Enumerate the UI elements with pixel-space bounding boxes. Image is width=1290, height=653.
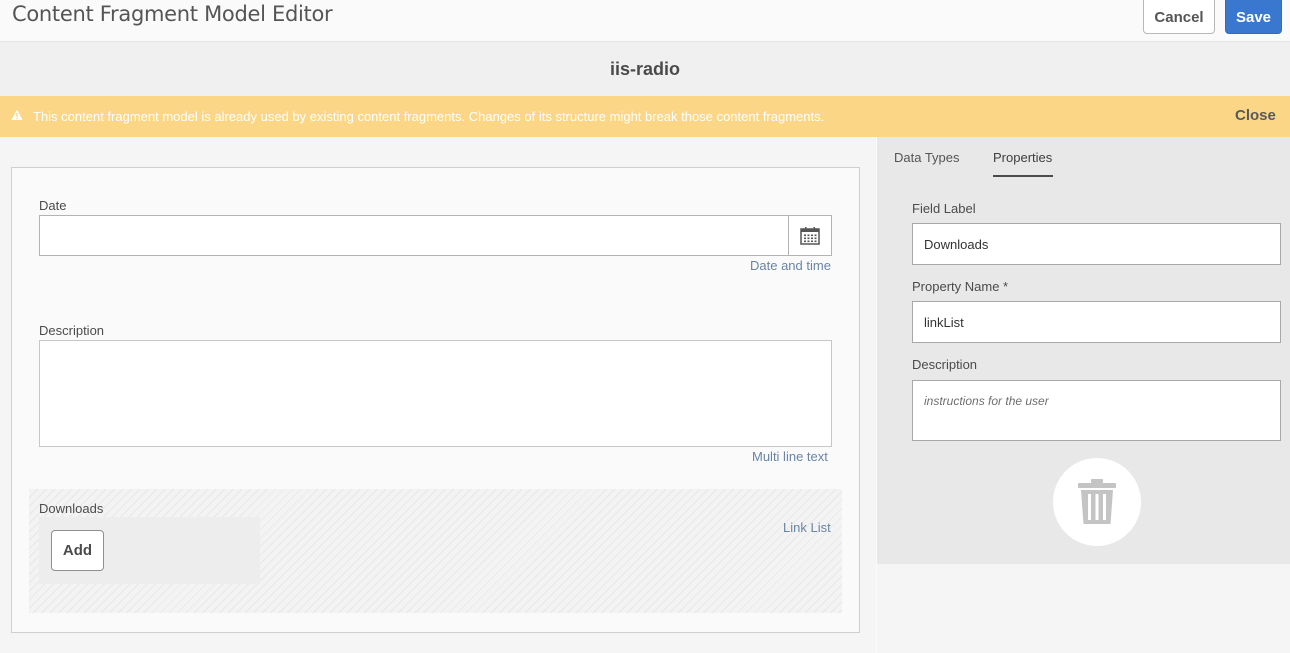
property-name-input[interactable]: linkList: [912, 301, 1281, 343]
model-canvas-area: Date Date and time Description Multi lin…: [0, 137, 876, 653]
calendar-icon: [800, 227, 820, 245]
model-canvas: Date Date and time Description Multi lin…: [11, 167, 860, 633]
description-label: Description: [912, 357, 978, 372]
delete-field-button[interactable]: [1053, 458, 1141, 546]
date-field-label: Date: [39, 198, 67, 213]
active-tab-indicator: [993, 175, 1053, 177]
tab-properties[interactable]: Properties: [993, 150, 1052, 165]
properties-panel-footer: [877, 564, 1290, 653]
description-field-label: Description: [39, 323, 105, 338]
app-title: Content Fragment Model Editor: [12, 2, 333, 26]
warning-close-button[interactable]: Close: [1235, 107, 1276, 124]
date-input[interactable]: [39, 215, 789, 256]
add-link-button[interactable]: Add: [51, 530, 104, 571]
cancel-button[interactable]: Cancel: [1143, 0, 1215, 34]
properties-panel: Data Types Properties Field Label Downlo…: [877, 137, 1290, 564]
warning-message: This content fragment model is already u…: [33, 109, 825, 124]
field-label-label: Field Label: [912, 201, 976, 216]
field-label-input[interactable]: Downloads: [912, 223, 1281, 265]
warning-banner: This content fragment model is already u…: [0, 96, 1290, 137]
model-title-bar: iis-radio: [0, 42, 1290, 96]
save-button[interactable]: Save: [1225, 0, 1282, 34]
warning-triangle-icon: [11, 109, 23, 120]
top-bar: Content Fragment Model Editor Cancel Sav…: [0, 0, 1290, 42]
property-name-label: Property Name *: [912, 279, 1009, 294]
date-type-hint: Date and time: [750, 258, 831, 273]
model-name: iis-radio: [609, 59, 680, 79]
description-type-hint: Multi line text: [752, 449, 828, 464]
tab-data-types[interactable]: Data Types: [894, 150, 960, 165]
description-textarea[interactable]: [39, 340, 832, 447]
trash-icon: [1078, 479, 1116, 524]
downloads-field-label: Downloads: [39, 501, 104, 516]
description-input[interactable]: instructions for the user: [912, 380, 1281, 441]
calendar-button[interactable]: [788, 215, 832, 256]
downloads-type-hint: Link List: [783, 520, 831, 535]
